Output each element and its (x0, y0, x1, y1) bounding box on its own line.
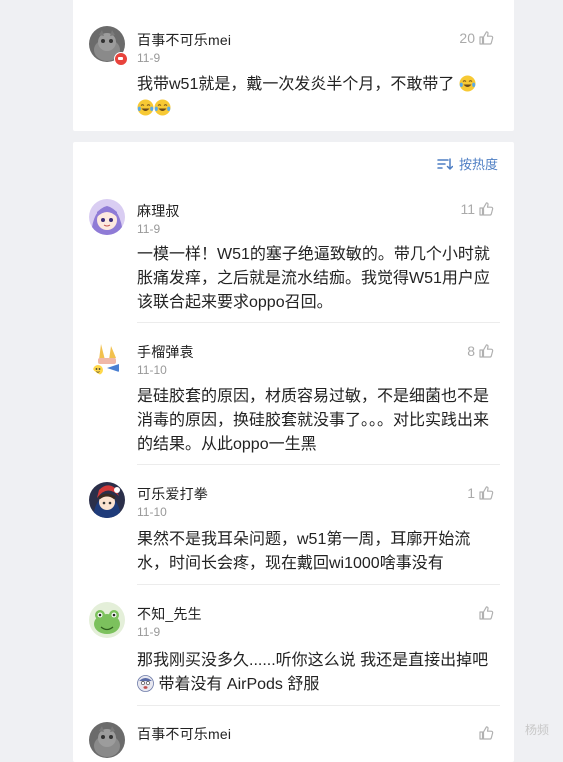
thumbs-up-icon (479, 726, 494, 740)
username[interactable]: 手榴弹袁 (137, 342, 194, 362)
comment-text-body: 我带w51就是，戴一次发炎半个月，不敢带了 (137, 76, 455, 93)
thumbs-up-icon (479, 606, 494, 620)
laughing-crying-emoji-icon (459, 75, 476, 92)
like-button[interactable] (475, 604, 494, 622)
avatar[interactable] (89, 482, 125, 518)
pinned-comment-card: 百事不可乐mei 11-9 20 我带w51就是，戴一次发炎半个月，不敢带了 (73, 0, 514, 131)
username[interactable]: 不知_先生 (137, 604, 202, 624)
like-count: 20 (459, 30, 475, 46)
comment-date: 11-10 (137, 505, 167, 519)
comment-list-card: 按热度 麻理叔 11-9 11 一模一样！W51的塞子绝逼致敏的。带几个小时就胀… (73, 142, 514, 762)
username[interactable]: 可乐爱打拳 (137, 484, 208, 504)
avatar[interactable] (89, 340, 125, 376)
thumbs-up-icon (479, 486, 494, 500)
comment-date: 11-9 (137, 625, 161, 639)
like-button[interactable]: 8 (467, 342, 494, 360)
avatar[interactable] (89, 722, 125, 758)
comment-text: 我带w51就是，戴一次发炎半个月，不敢带了 (137, 73, 495, 121)
avatar[interactable] (89, 199, 125, 235)
like-button[interactable]: 20 (459, 29, 494, 47)
divider (137, 584, 500, 585)
avatar[interactable] (89, 602, 125, 638)
comment-text: 一模一样！W51的塞子绝逼致敏的。带几个小时就胀痛发痒，之后就是流水结痂。我觉得… (137, 246, 490, 311)
like-count: 1 (467, 485, 475, 501)
verified-badge-icon (114, 52, 128, 66)
comment-text-line2: 带着没有 AirPods 舒服 (158, 676, 320, 693)
thumbs-up-icon (479, 202, 494, 216)
sort-by-hot-button[interactable]: 按热度 (437, 154, 498, 173)
like-button[interactable]: 11 (460, 200, 494, 218)
comment-text: 果然不是我耳朵问题，w51第一周，耳廓开始流水，时间长会疼，现在戴回wi1000… (137, 531, 471, 572)
divider (137, 322, 500, 323)
like-button[interactable]: 1 (467, 484, 494, 502)
username[interactable]: 百事不可乐mei (137, 30, 231, 50)
laughing-crying-emoji-icon (137, 99, 154, 116)
like-button[interactable] (478, 724, 494, 742)
comment-text-line1: 那我刚买没多久......听你这么说 我还是直接出掉吧 (137, 652, 489, 669)
laughing-crying-emoji-icon (154, 99, 171, 116)
thumbs-up-icon (479, 344, 494, 358)
username[interactable]: 麻理叔 (137, 201, 180, 221)
comment-date: 11-9 (137, 51, 161, 65)
like-count: 11 (460, 201, 475, 217)
comment-text: 是硅胶套的原因，材质容易过敏，不是细菌也不是消毒的原因，换硅胶套就没事了。。。对… (137, 388, 490, 453)
username[interactable]: 百事不可乐mei (137, 724, 231, 744)
thumbs-up-icon (479, 31, 494, 45)
like-count: 8 (467, 343, 475, 359)
divider (137, 464, 500, 465)
watermark: 杨频 (524, 723, 549, 737)
scared-face-emoji-icon (137, 675, 154, 692)
comment-text: 那我刚买没多久......听你这么说 我还是直接出掉吧 带着没有 AirPods… (137, 649, 495, 697)
comment-date: 11-9 (137, 222, 161, 236)
comment-date: 11-10 (137, 363, 167, 377)
divider (137, 705, 500, 706)
sort-icon (437, 157, 453, 170)
sort-label: 按热度 (458, 157, 498, 172)
